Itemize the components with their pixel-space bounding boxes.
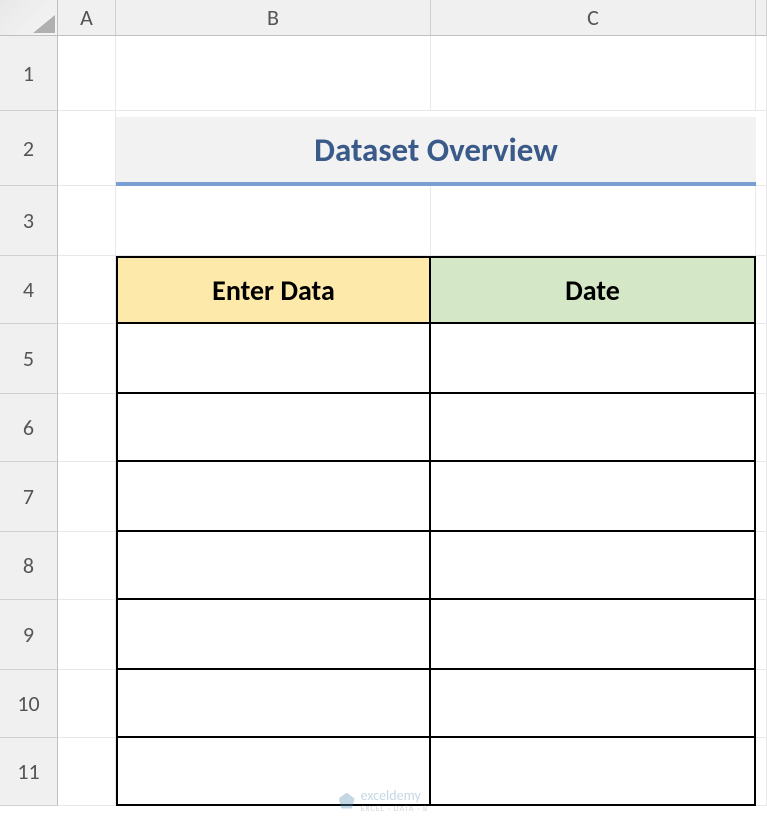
spreadsheet-grid: A B C 1 2 Dataset Overview 3 4 Enter Dat… [0,0,767,806]
cell-c5[interactable] [431,324,756,394]
cell-d8[interactable] [756,532,767,600]
watermark-brand: exceldemy [361,787,429,804]
row-header-8[interactable]: 8 [0,532,58,600]
watermark-tagline: EXCEL · DATA · B [361,804,429,814]
cell-c11[interactable] [431,738,756,806]
row-header-6[interactable]: 6 [0,394,58,462]
cell-b3[interactable] [116,186,431,256]
cell-d4[interactable] [756,256,767,324]
cell-d11[interactable] [756,738,767,806]
cell-d9[interactable] [756,600,767,670]
row-header-3[interactable]: 3 [0,186,58,256]
row-header-11[interactable]: 11 [0,738,58,806]
table-header-enter-data[interactable]: Enter Data [116,256,431,324]
cell-a9[interactable] [58,600,116,670]
cell-d5[interactable] [756,324,767,394]
cell-a4[interactable] [58,256,116,324]
cell-c8[interactable] [431,532,756,600]
cell-c9[interactable] [431,600,756,670]
cell-b10[interactable] [116,670,431,738]
cell-a10[interactable] [58,670,116,738]
watermark-icon [339,793,355,809]
cell-a5[interactable] [58,324,116,394]
cell-d7[interactable] [756,462,767,532]
row-header-10[interactable]: 10 [0,670,58,738]
table-header-date[interactable]: Date [431,256,756,324]
row-header-4[interactable]: 4 [0,256,58,324]
select-all-corner[interactable] [0,0,58,36]
cell-c3[interactable] [431,186,756,256]
cell-a8[interactable] [58,532,116,600]
cell-c1[interactable] [431,36,756,111]
cell-c6[interactable] [431,394,756,462]
cell-a6[interactable] [58,394,116,462]
col-header-b[interactable]: B [116,0,431,36]
col-header-c[interactable]: C [431,0,756,36]
cell-d6[interactable] [756,394,767,462]
cell-b9[interactable] [116,600,431,670]
cell-c10[interactable] [431,670,756,738]
cell-b1[interactable] [116,36,431,111]
row-header-7[interactable]: 7 [0,462,58,532]
row-header-1[interactable]: 1 [0,36,58,111]
cell-b7[interactable] [116,462,431,532]
cell-a1[interactable] [58,36,116,111]
cell-a2[interactable] [58,111,116,186]
cell-c7[interactable] [431,462,756,532]
cell-b8[interactable] [116,532,431,600]
cell-a7[interactable] [58,462,116,532]
dataset-title[interactable]: Dataset Overview [116,117,756,186]
col-header-a[interactable]: A [58,0,116,36]
row-header-2[interactable]: 2 [0,111,58,186]
cell-a3[interactable] [58,186,116,256]
row-header-9[interactable]: 9 [0,600,58,670]
row-header-5[interactable]: 5 [0,324,58,394]
cell-d10[interactable] [756,670,767,738]
cell-d1[interactable] [756,36,767,111]
col-header-d-partial[interactable] [756,0,767,36]
cell-b6[interactable] [116,394,431,462]
cell-b5[interactable] [116,324,431,394]
cell-d3[interactable] [756,186,767,256]
watermark: exceldemy EXCEL · DATA · B [339,787,429,814]
cell-d2[interactable] [756,111,767,186]
cell-a11[interactable] [58,738,116,806]
